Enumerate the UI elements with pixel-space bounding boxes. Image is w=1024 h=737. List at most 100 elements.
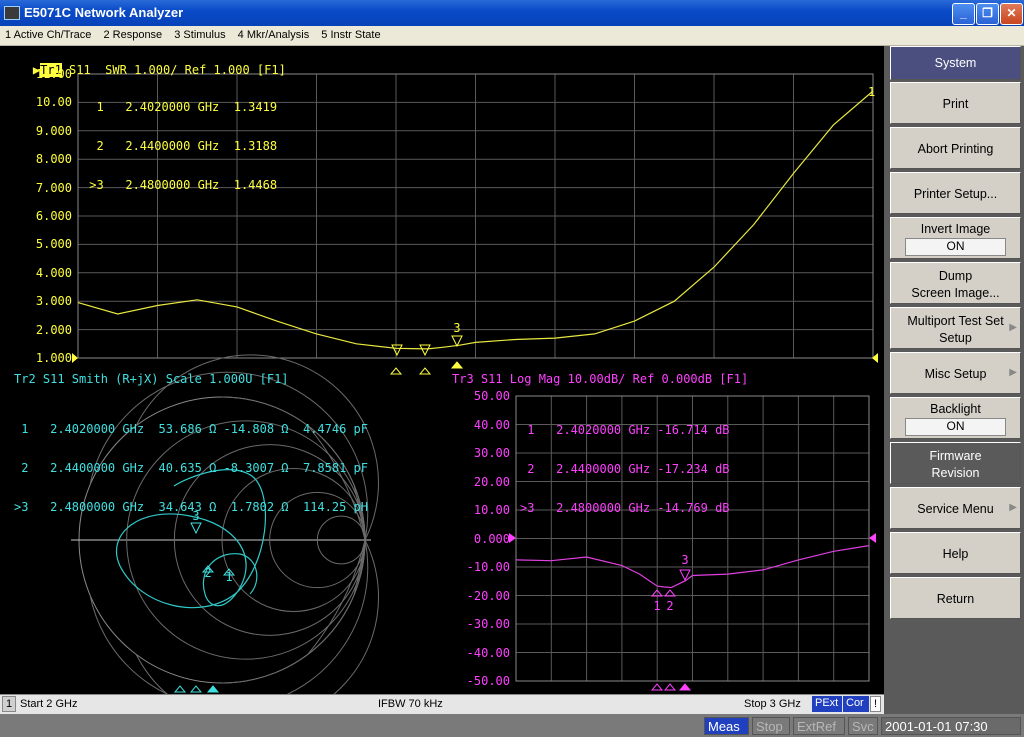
trace3-axis-marker-1-icon [650, 683, 664, 691]
trace3-ref-right-icon [869, 533, 876, 543]
submenu-arrow-icon: ▶ [1009, 367, 1017, 378]
backlight-value: ON [905, 418, 1006, 436]
trace2-marker-row: >3 2.4800000 GHz 34.643 Ω 1.7802 Ω 114.2… [14, 500, 369, 514]
trace1-y-tick-label: 2.000 [35, 322, 72, 337]
trace2-marker-2-label: 2 [204, 566, 211, 580]
softkey-multiport-test-set[interactable]: Multiport Test Set Setup ▶ [890, 307, 1021, 349]
trace3-y-tick-label: 0.000 [473, 531, 510, 546]
app-icon [4, 6, 20, 20]
date-time: 2001-01-01 07:30 [881, 717, 1021, 735]
trace2-header[interactable]: Tr2 S11 Smith (R+jX) Scale 1.000U [F1] [14, 372, 289, 386]
cor-indicator: Cor [843, 696, 869, 712]
trace2-axis-marker-3-icon [206, 685, 220, 693]
trace2-marker-row: 2 2.4400000 GHz 40.635 Ω -8.3007 Ω 7.858… [14, 461, 369, 475]
trace1-y-tick-label: 4.000 [35, 265, 72, 280]
trace3-ref-left-icon [509, 533, 516, 543]
trace3-y-tick-label: 50.00 [473, 389, 510, 403]
trace3-marker-2-label: 2 [666, 599, 673, 613]
trace3-marker-1-label: 1 [653, 599, 660, 613]
trace1-marker-row: >3 2.4800000 GHz 1.4468 [82, 178, 278, 192]
trace1-marker-1-icon [391, 344, 403, 357]
title-bar: E5071C Network Analyzer _ ❐ ✕ [0, 0, 1024, 26]
trace1-y-tick-label: 3.000 [35, 294, 72, 309]
trace1-marker-table: 1 2.4020000 GHz 1.3419 2 2.4400000 GHz 1… [82, 75, 277, 218]
softkey-help[interactable]: Help [890, 532, 1021, 574]
svc-indicator: Svc [848, 717, 878, 735]
pext-indicator: PExt [812, 696, 842, 712]
trace1-y-tick-label: 7.000 [35, 180, 72, 195]
trace3-marker-table: 1 2.4020000 GHz -16.714 dB 2 2.4400000 G… [520, 398, 730, 541]
menu-stimulus[interactable]: 3 Stimulus [169, 26, 229, 41]
start-frequency[interactable]: Start 2 GHz [20, 698, 77, 710]
trace3-y-tick-label: 30.00 [473, 446, 510, 460]
channel-indicator[interactable]: 1 [2, 696, 16, 712]
trace1-y-tick-label: 1.000 [35, 351, 72, 365]
softkey-print[interactable]: Print [890, 82, 1021, 124]
trace1-marker-3-label: 3 [453, 321, 460, 335]
menu-active-ch-trace[interactable]: 1 Active Ch/Trace [0, 26, 95, 41]
softkey-dump-screen-image[interactable]: Dump Screen Image... [890, 262, 1021, 304]
trace1-y-tick-label: 11.00 [35, 67, 72, 81]
menu-mkr-analysis[interactable]: 4 Mkr/Analysis [233, 26, 314, 41]
trace1-axis-marker-3-icon [450, 361, 464, 369]
trace1-end-marker-label: 1 [868, 85, 876, 99]
trace1-y-tick-label: 10.00 [35, 95, 72, 110]
trace3-y-tick-label: 40.00 [473, 417, 510, 432]
softkey-backlight[interactable]: Backlight ON [890, 397, 1021, 439]
softkey-invert-image[interactable]: Invert Image ON [890, 217, 1021, 259]
trace1-marker-2-icon [419, 344, 431, 357]
status-bar: 1 Start 2 GHz IFBW 70 kHz Stop 3 GHz PEx… [0, 694, 884, 715]
invert-image-value: ON [905, 238, 1006, 256]
softkey-panel: System Print Abort Printing Printer Setu… [884, 46, 1024, 714]
menu-bar: 1 Active Ch/Trace 2 Response 3 Stimulus … [0, 26, 1024, 46]
trace3-y-tick-label: -20.00 [466, 588, 510, 603]
window-title: E5071C Network Analyzer [24, 5, 184, 20]
softkey-return[interactable]: Return [890, 577, 1021, 619]
trace3-marker-row: 1 2.4020000 GHz -16.714 dB [520, 423, 730, 437]
softkey-misc-setup[interactable]: Misc Setup ▶ [890, 352, 1021, 394]
softkey-service-menu[interactable]: Service Menu ▶ [890, 487, 1021, 529]
softkey-abort-printing[interactable]: Abort Printing [890, 127, 1021, 169]
softkey-firmware-revision[interactable]: Firmware Revision [890, 442, 1021, 484]
menu-response[interactable]: 2 Response [98, 26, 166, 41]
extref-indicator: ExtRef [793, 717, 845, 735]
minimize-button[interactable]: _ [952, 3, 975, 25]
stop-indicator: Stop [752, 717, 790, 735]
trace3-marker-row: 2 2.4400000 GHz -17.234 dB [520, 462, 730, 476]
submenu-arrow-icon: ▶ [1009, 322, 1017, 333]
trace1-axis-marker-1-icon [389, 367, 403, 375]
trace2-axis-marker-1-icon [173, 685, 187, 693]
trace1-y-tick-label: 5.000 [35, 237, 72, 252]
menu-instr-state[interactable]: 5 Instr State [316, 26, 384, 41]
trace3-y-tick-label: -10.00 [466, 560, 510, 574]
trace1-axis-marker-2-icon [418, 367, 432, 375]
measurement-screen[interactable]: 3321123 ▶Tr1 S11 SWR 1.000/ Ref 1.000 [F… [0, 46, 884, 694]
trace3-y-tick-label: 10.00 [473, 503, 510, 517]
trace1-ref-left-icon [72, 353, 78, 363]
submenu-arrow-icon: ▶ [1009, 502, 1017, 513]
restore-button[interactable]: ❐ [976, 3, 999, 25]
trace3-y-tick-label: -50.00 [466, 674, 510, 688]
trace1-marker-row: 2 2.4400000 GHz 1.3188 [82, 139, 278, 153]
stop-frequency[interactable]: Stop 3 GHz [744, 698, 801, 710]
trace3-axis-marker-3-icon [678, 683, 692, 691]
softkey-system-title[interactable]: System [890, 46, 1021, 80]
trace1-marker-row: 1 2.4020000 GHz 1.3419 [82, 100, 278, 114]
trace3-header[interactable]: Tr3 S11 Log Mag 10.00dB/ Ref 0.000dB [F1… [452, 372, 748, 386]
meas-indicator: Meas [704, 717, 749, 735]
trace2-marker-table: 1 2.4020000 GHz 53.686 Ω -14.808 Ω 4.474… [14, 397, 368, 540]
trace1-y-tick-label: 9.000 [35, 123, 72, 138]
close-button[interactable]: ✕ [1000, 3, 1023, 25]
trace3-marker-3-label: 3 [681, 553, 688, 567]
trace3-marker-row: >3 2.4800000 GHz -14.769 dB [520, 501, 730, 515]
trace2-marker-1-label: 1 [225, 570, 232, 584]
trace3-axis-marker-2-icon [663, 683, 677, 691]
softkey-printer-setup[interactable]: Printer Setup... [890, 172, 1021, 214]
trace3-y-tick-label: -40.00 [466, 645, 510, 660]
trace1-y-tick-label: 8.000 [35, 152, 72, 167]
warning-indicator: ! [870, 696, 881, 712]
trace2-marker-row: 1 2.4020000 GHz 53.686 Ω -14.808 Ω 4.474… [14, 422, 369, 436]
instrument-status-bar: Meas Stop ExtRef Svc 2001-01-01 07:30 [0, 714, 1024, 737]
ifbw-readout[interactable]: IFBW 70 kHz [378, 698, 443, 710]
trace3-y-tick-label: -30.00 [466, 617, 510, 631]
